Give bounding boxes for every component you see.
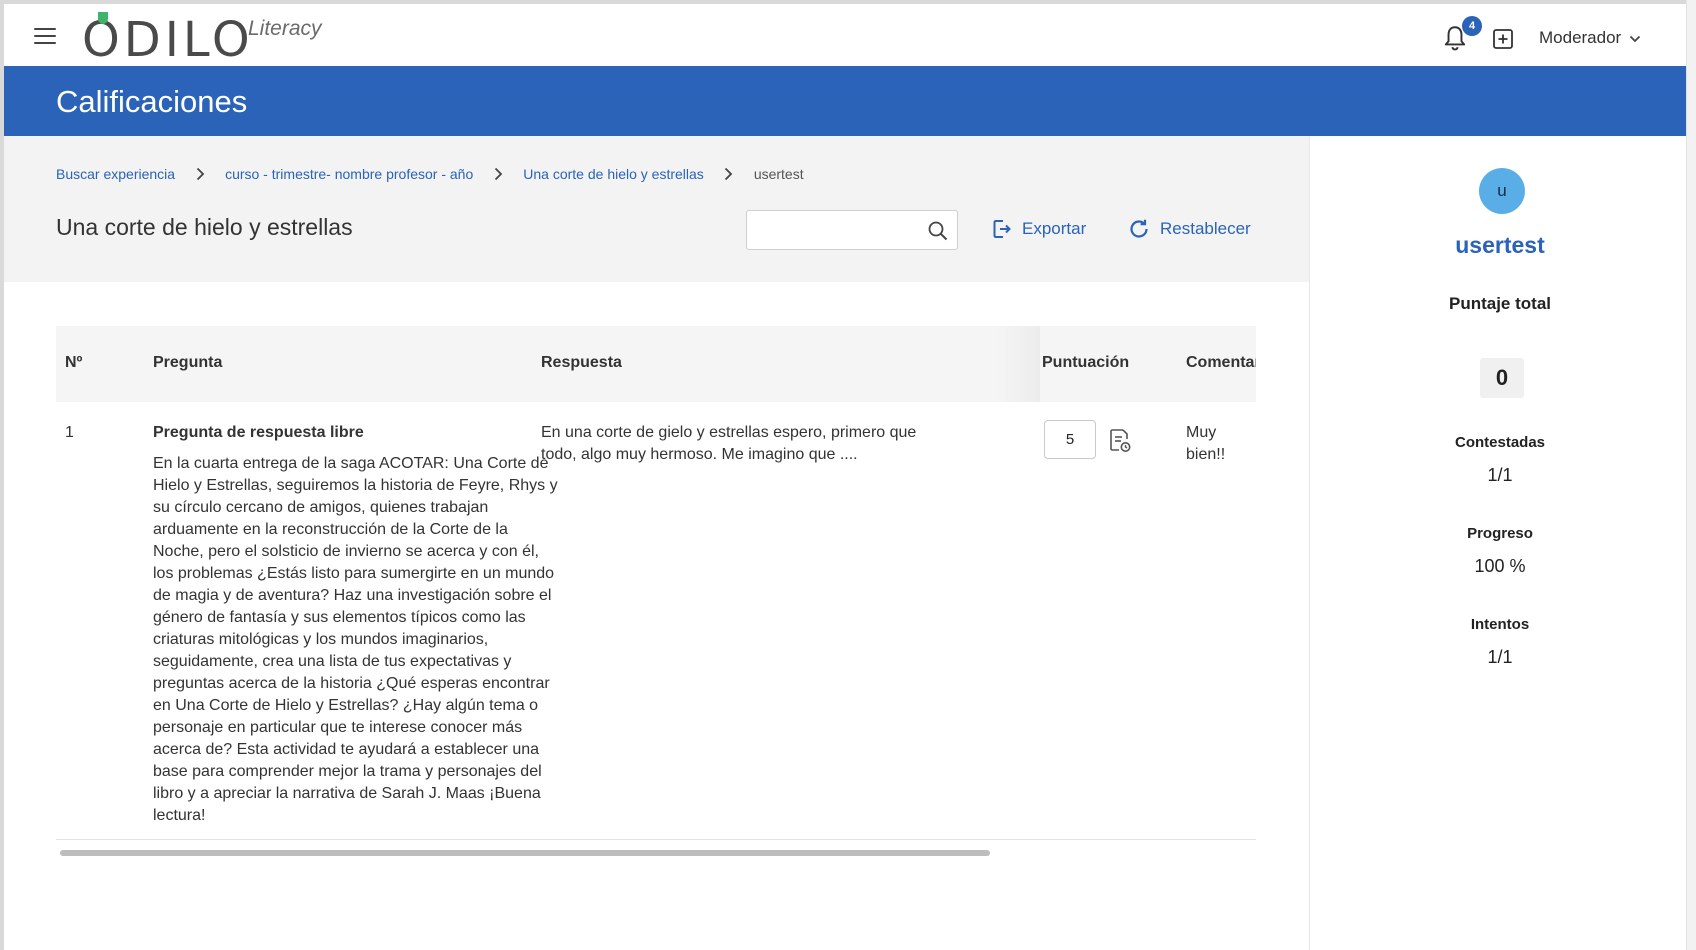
progress-label: Progreso bbox=[1467, 525, 1533, 542]
logo[interactable]: ODILO Literacy bbox=[82, 12, 342, 68]
grades-table: Nº Pregunta Respuesta Puntuación Comenta… bbox=[56, 326, 1256, 856]
question-title: Pregunta de respuesta libre bbox=[153, 424, 364, 441]
document-feedback-icon[interactable] bbox=[1108, 428, 1132, 454]
chevron-right-icon bbox=[483, 167, 513, 181]
total-score-value: 0 bbox=[1480, 358, 1524, 398]
avatar: u bbox=[1479, 168, 1525, 214]
main-content: Buscar experiencia curso - trimestre- no… bbox=[4, 136, 1309, 950]
answered-label: Contestadas bbox=[1454, 434, 1546, 451]
content-header: Buscar experiencia curso - trimestre- no… bbox=[4, 136, 1309, 282]
logo-leaf-icon bbox=[98, 12, 108, 24]
question-text: En la cuarta entrega de la saga ACOTAR: … bbox=[153, 455, 558, 824]
reset-button[interactable]: Restablecer bbox=[1128, 218, 1251, 240]
user-role-label: Moderador bbox=[1539, 28, 1622, 47]
search-box bbox=[746, 210, 958, 250]
score-input[interactable]: 5 bbox=[1044, 420, 1096, 459]
comment-text: Muy bien!! bbox=[1186, 424, 1226, 463]
table-row: 1 Pregunta de respuesta libre En la cuar… bbox=[56, 402, 1256, 840]
export-icon bbox=[993, 220, 1011, 238]
chevron-right-icon bbox=[185, 167, 215, 181]
page-title: Calificaciones bbox=[56, 84, 248, 119]
breadcrumb-course[interactable]: curso - trimestre- nombre profesor - año bbox=[225, 166, 473, 182]
breadcrumb-current-user: usertest bbox=[753, 166, 804, 182]
search-icon[interactable] bbox=[927, 220, 949, 242]
scrollbar-thumb[interactable] bbox=[60, 850, 990, 856]
answer-text: En una corte de gielo y estrellas espero… bbox=[541, 424, 917, 463]
total-score-label: Puntaje total bbox=[1448, 294, 1551, 313]
plus-square-icon[interactable] bbox=[1492, 28, 1514, 50]
column-header-answer: Respuesta bbox=[541, 354, 622, 371]
logo-text: ODILO bbox=[82, 12, 254, 68]
attempts-label: Intentos bbox=[1470, 616, 1530, 633]
chevron-down-icon bbox=[1630, 35, 1641, 43]
user-summary-panel: u usertest Puntaje total 0 Contestadas 1… bbox=[1309, 136, 1686, 950]
logo-subtitle: Literacy bbox=[248, 17, 322, 40]
column-header-score: Puntuación bbox=[1042, 354, 1130, 371]
export-button[interactable]: Exportar bbox=[992, 218, 1086, 240]
breadcrumb: Buscar experiencia curso - trimestre- no… bbox=[56, 166, 804, 182]
table-header: Nº Pregunta Respuesta Puntuación Comenta… bbox=[56, 326, 1256, 402]
user-role-menu[interactable]: Moderador bbox=[1539, 28, 1641, 48]
app-window: ODILO Literacy 4 Moderador Calificacione… bbox=[4, 4, 1686, 950]
chevron-right-icon bbox=[714, 167, 744, 181]
attempts-value: 1/1 bbox=[1487, 647, 1513, 667]
column-header-number: Nº bbox=[65, 354, 83, 371]
column-header-comment: Comentar bbox=[1186, 354, 1256, 371]
username: usertest bbox=[1455, 232, 1545, 258]
refresh-icon bbox=[1130, 219, 1148, 238]
export-label: Exportar bbox=[1022, 219, 1087, 238]
experience-title: Una corte de hielo y estrellas bbox=[56, 214, 353, 240]
search-input[interactable] bbox=[747, 211, 917, 249]
horizontal-scrollbar[interactable] bbox=[56, 848, 1256, 858]
hamburger-icon[interactable] bbox=[34, 28, 56, 46]
notification-count-badge: 4 bbox=[1462, 16, 1482, 36]
column-header-question: Pregunta bbox=[153, 354, 223, 371]
top-bar: ODILO Literacy 4 Moderador bbox=[4, 4, 1686, 66]
reset-label: Restablecer bbox=[1160, 219, 1251, 238]
answered-value: 1/1 bbox=[1487, 465, 1513, 485]
question-cell: Pregunta de respuesta libre En la cuarta… bbox=[153, 422, 558, 827]
breadcrumb-search-experience[interactable]: Buscar experiencia bbox=[56, 166, 175, 182]
breadcrumb-experience[interactable]: Una corte de hielo y estrellas bbox=[523, 166, 704, 182]
page-header: Calificaciones bbox=[4, 66, 1686, 136]
row-number: 1 bbox=[65, 424, 74, 441]
window-edge bbox=[1686, 0, 1696, 950]
progress-value: 100 % bbox=[1474, 556, 1526, 576]
